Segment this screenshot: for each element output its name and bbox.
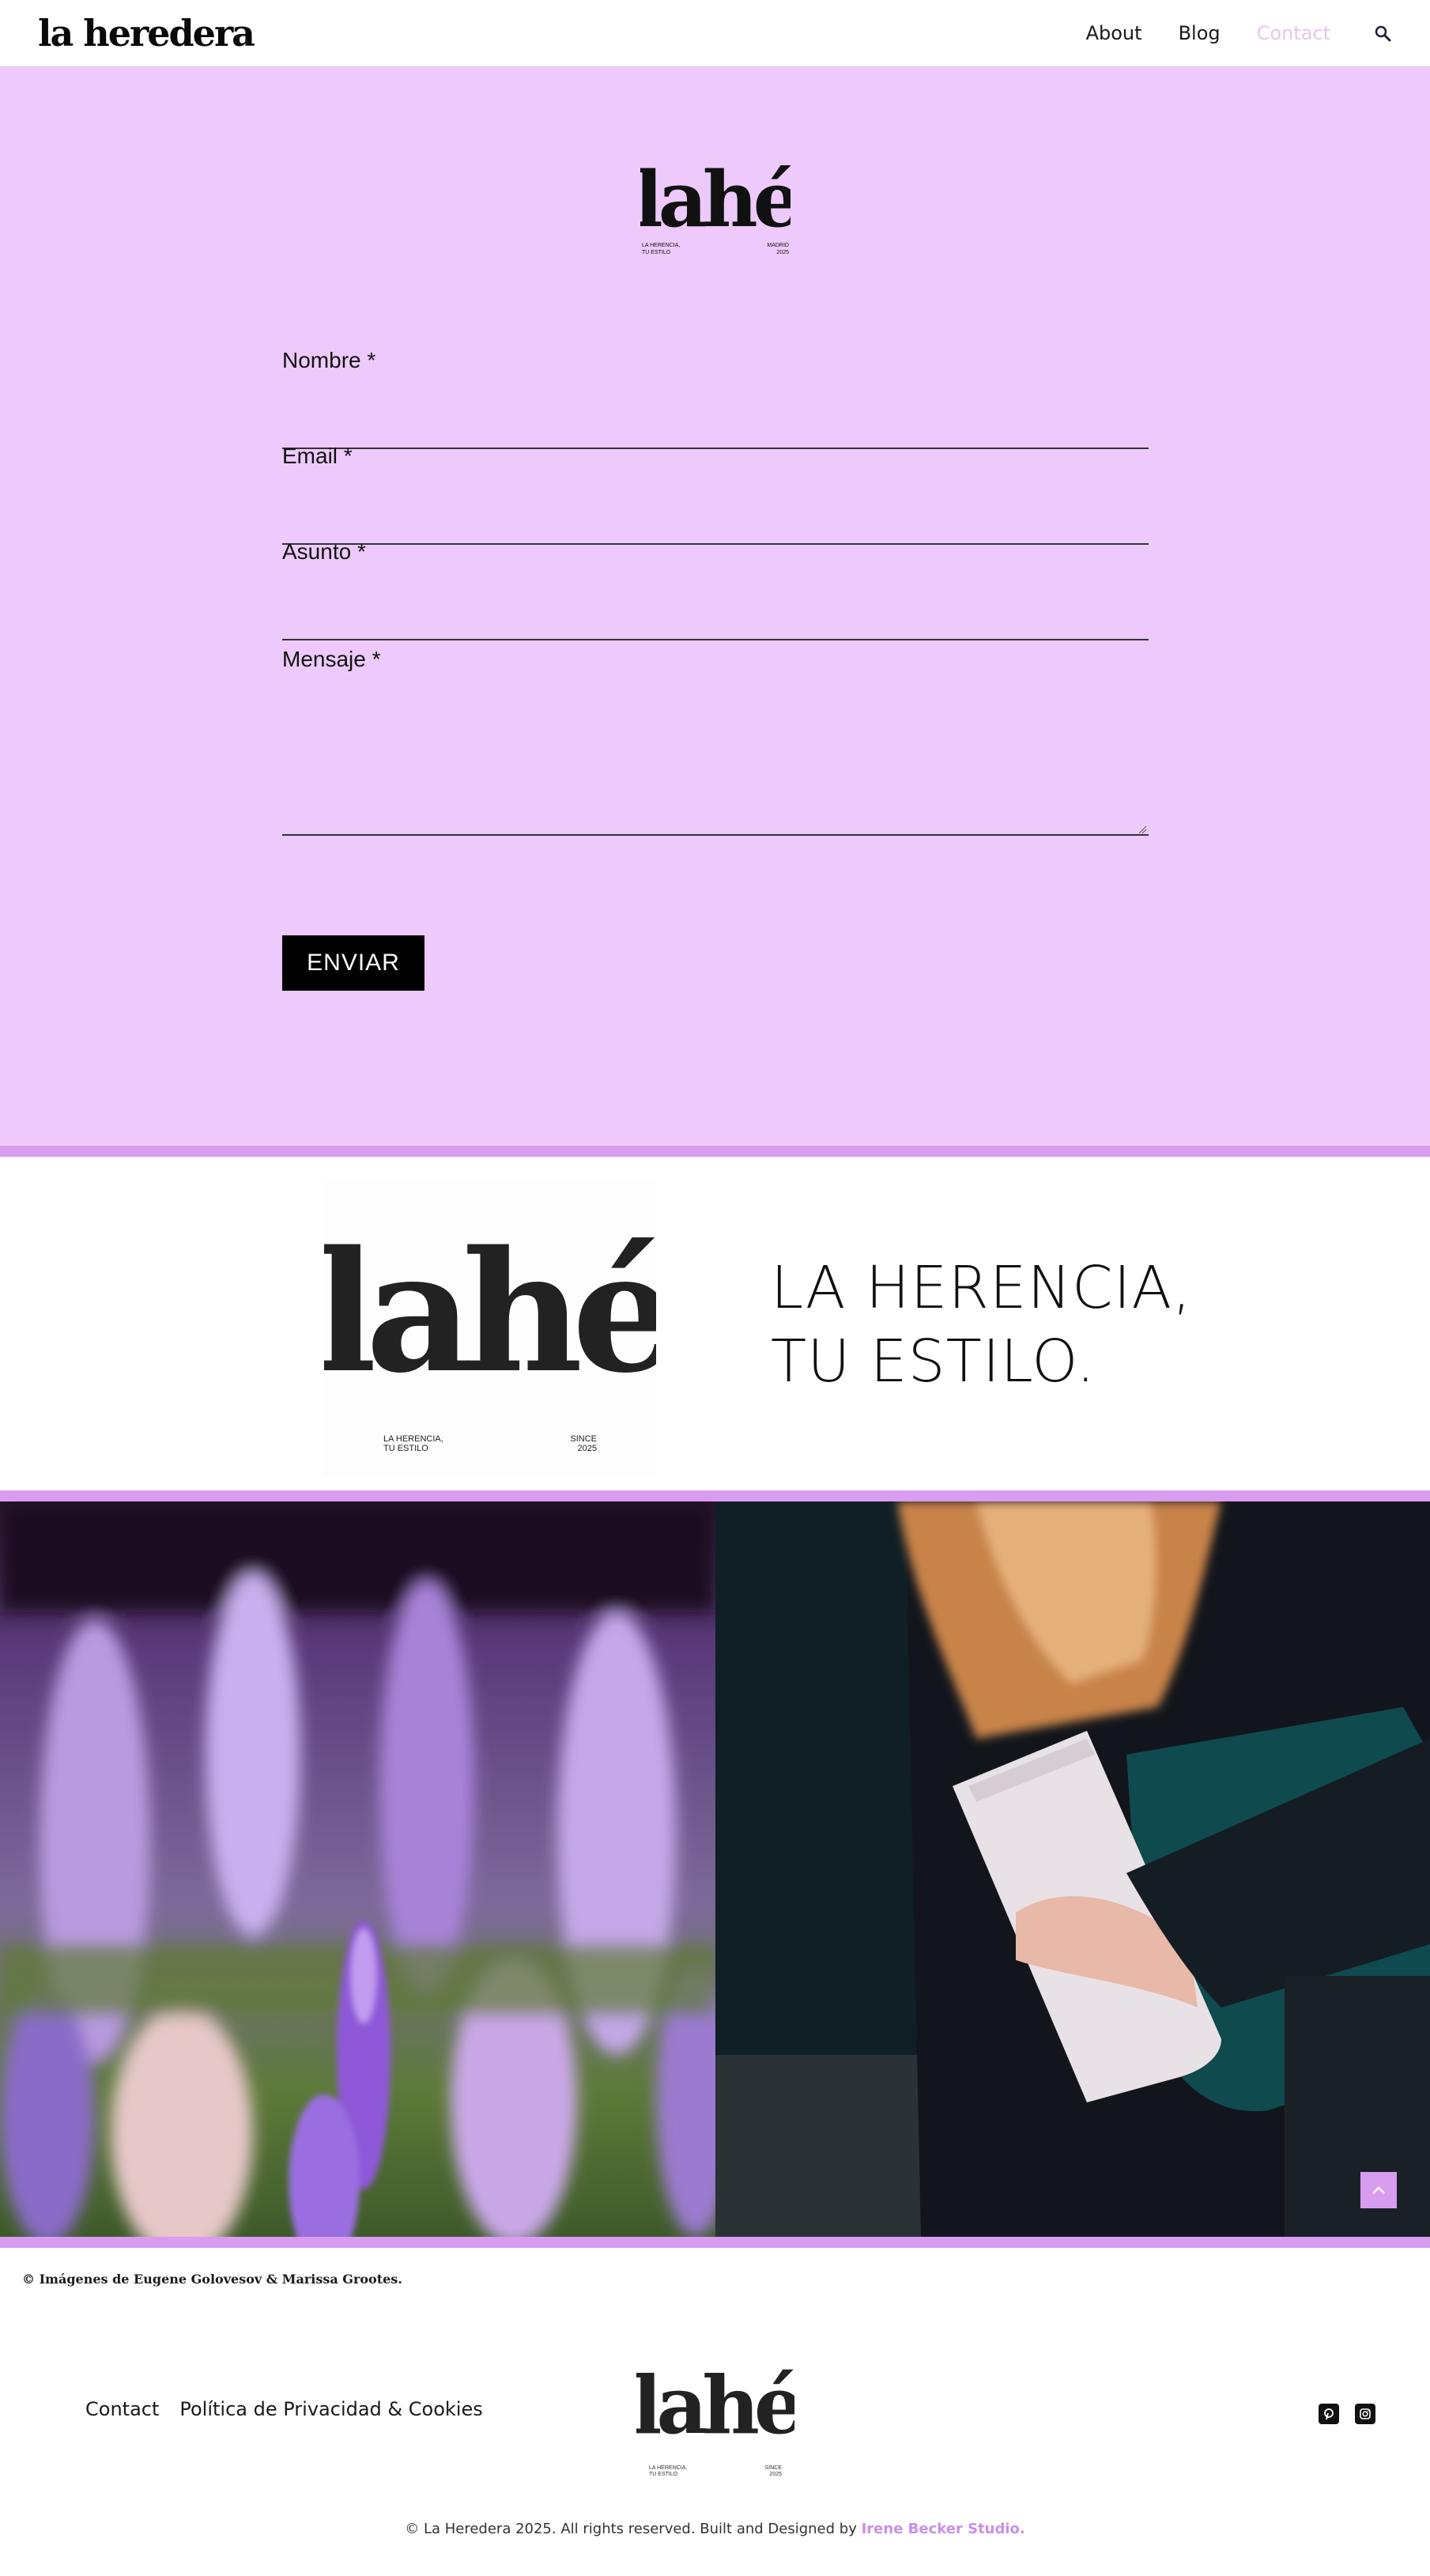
logo-word: lahé [324, 1214, 656, 1410]
logo-caption: MADRID [767, 243, 789, 248]
logo-caption: TU ESTILO [383, 1444, 428, 1453]
nav-about[interactable]: About [1086, 22, 1142, 44]
nav-blog[interactable]: Blog [1179, 22, 1221, 44]
logo-word: lahé [636, 2360, 794, 2452]
email-input[interactable] [282, 478, 1149, 513]
submit-button[interactable]: ENVIAR [282, 935, 424, 991]
pinterest-icon[interactable] [1319, 2404, 1339, 2424]
image-gallery [0, 1501, 1430, 2237]
logo-caption: LA HERENCIA, [383, 1434, 443, 1444]
tagline-section: lahé LA HERENCIA, TU ESTILO SINCE 2025 L… [0, 1157, 1430, 1490]
studio-link[interactable]: Irene Becker Studio. [862, 2521, 1025, 2537]
logo-caption: SINCE [570, 1434, 597, 1444]
logo-caption: SINCE [765, 2465, 783, 2471]
resize-handle-icon[interactable] [1138, 825, 1147, 834]
contact-form: Nombre * Email * Asunto * Mensaje * ENVI… [282, 347, 1149, 991]
woman-with-bag-image [715, 1501, 1430, 2237]
contact-section: lahé LA HERENCIA, TU ESTILO MADRID 2025 … [0, 66, 1430, 1146]
tagline-line: LA HERENCIA, [771, 1254, 1192, 1322]
logo-caption: TU ESTILO [649, 2472, 678, 2477]
footer-link-privacy[interactable]: Política de Privacidad & Cookies [179, 2398, 482, 2420]
message-textarea[interactable] [282, 682, 1149, 836]
logo-caption: TU ESTILO [642, 250, 671, 255]
brand-logo[interactable]: la heredera [38, 11, 255, 55]
logo-caption: LA HERENCIA, [649, 2465, 687, 2471]
logo-caption: LA HERENCIA, [642, 243, 680, 248]
message-label: Mensaje * [282, 647, 381, 671]
subject-label: Asunto * [282, 539, 366, 564]
name-field-group: Nombre * [282, 347, 1149, 449]
footer-lahe-logo: lahé LA HERENCIA, TU ESTILO SINCE 2025 [636, 2360, 794, 2477]
message-field-group: Mensaje * [282, 646, 1149, 863]
main-nav: About Blog Contact [1086, 0, 1430, 66]
lahe-logo: lahé LA HERENCIA, TU ESTILO MADRID 2025 [640, 155, 790, 255]
image-credit: © Imágenes de Eugene Golovesov & Marissa… [22, 2272, 402, 2287]
logo-caption: 2025 [578, 1444, 597, 1453]
brand-card: lahé LA HERENCIA, TU ESTILO SINCE 2025 [314, 1180, 682, 1477]
lupine-flowers-image [0, 1501, 715, 2237]
arrow-up-icon [1372, 2186, 1385, 2194]
lahe-large-logo: lahé LA HERENCIA, TU ESTILO SINCE 2025 [314, 1214, 682, 1453]
footer-links: Contact Política de Privacidad & Cookies [85, 2398, 504, 2420]
copyright-label: © La Heredera 2025. All rights reserved.… [405, 2521, 862, 2537]
divider-band [0, 2237, 1430, 2248]
copyright-text: © La Heredera 2025. All rights reserved.… [0, 2521, 1430, 2537]
email-label: Email * [282, 444, 353, 468]
nav-contact[interactable]: Contact [1257, 22, 1330, 44]
logo-caption: 2025 [776, 250, 789, 255]
email-field-group: Email * [282, 443, 1149, 545]
subject-underline [282, 609, 1149, 640]
logo-caption: 2025 [769, 2472, 782, 2477]
social-links [1319, 2404, 1375, 2424]
name-input[interactable] [282, 383, 1149, 417]
subject-field-group: Asunto * [282, 538, 1149, 640]
divider-band [0, 1146, 1430, 1157]
scroll-to-top-button[interactable] [1360, 2172, 1397, 2208]
logo-word: lahé [640, 155, 790, 244]
subject-input[interactable] [282, 574, 1149, 609]
name-label: Nombre * [282, 348, 376, 372]
tagline-line: TU ESTILO. [771, 1328, 1096, 1396]
site-header: la heredera About Blog Contact [0, 0, 1430, 66]
search-icon[interactable] [1367, 17, 1398, 49]
tagline-heading: LA HERENCIA, TU ESTILO. [771, 1252, 1192, 1399]
instagram-icon[interactable] [1355, 2404, 1375, 2424]
divider-band [0, 1490, 1430, 1501]
footer-link-contact[interactable]: Contact [85, 2398, 159, 2420]
